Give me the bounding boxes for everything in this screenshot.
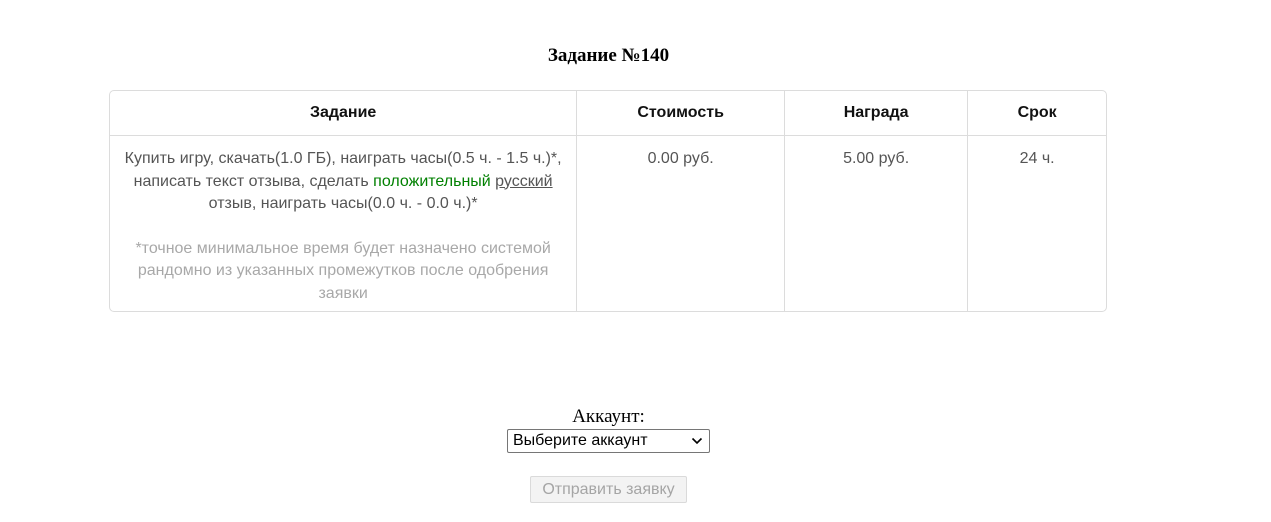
task-table: Задание Стоимость Награда Срок Купить иг… xyxy=(110,91,1106,311)
task-text-part2: отзыв, наиграть часы(0.0 ч. - 0.0 ч.)* xyxy=(208,195,478,212)
header-cost: Стоимость xyxy=(576,91,785,136)
chevron-down-icon xyxy=(691,437,703,445)
header-term: Срок xyxy=(967,91,1106,136)
account-label: Аккаунт: xyxy=(572,406,645,427)
term-cell: 24 ч. xyxy=(1019,150,1055,167)
cost-cell: 0.00 руб. xyxy=(576,135,785,311)
task-note: *точное минимальное время будет назначен… xyxy=(135,239,551,302)
submit-request-button[interactable]: Отправить заявку xyxy=(530,476,687,503)
header-task: Задание xyxy=(110,91,578,136)
task-description: Купить игру, скачать(1.0 ГБ), наиграть ч… xyxy=(124,148,562,216)
account-select-value: Выберите аккаунт xyxy=(513,432,648,449)
page: Задание №140 Задание Стоимость Награда С… xyxy=(0,0,1271,522)
reward-cell: 5.00 руб. xyxy=(784,135,969,311)
page-title: Задание №140 xyxy=(547,45,670,66)
account-select[interactable]: Выберите аккаунт xyxy=(507,429,710,453)
task-table-container: Задание Стоимость Награда Срок Купить иг… xyxy=(109,90,1107,312)
header-reward: Награда xyxy=(784,91,969,136)
task-description-cell: Купить игру, скачать(1.0 ГБ), наиграть ч… xyxy=(110,135,578,311)
russian-review-label: русский xyxy=(495,172,553,190)
table-header-row: Задание Стоимость Награда Срок xyxy=(110,91,1106,136)
table-row: Купить игру, скачать(1.0 ГБ), наиграть ч… xyxy=(110,135,1106,311)
positive-review-label: положительный xyxy=(373,172,491,190)
